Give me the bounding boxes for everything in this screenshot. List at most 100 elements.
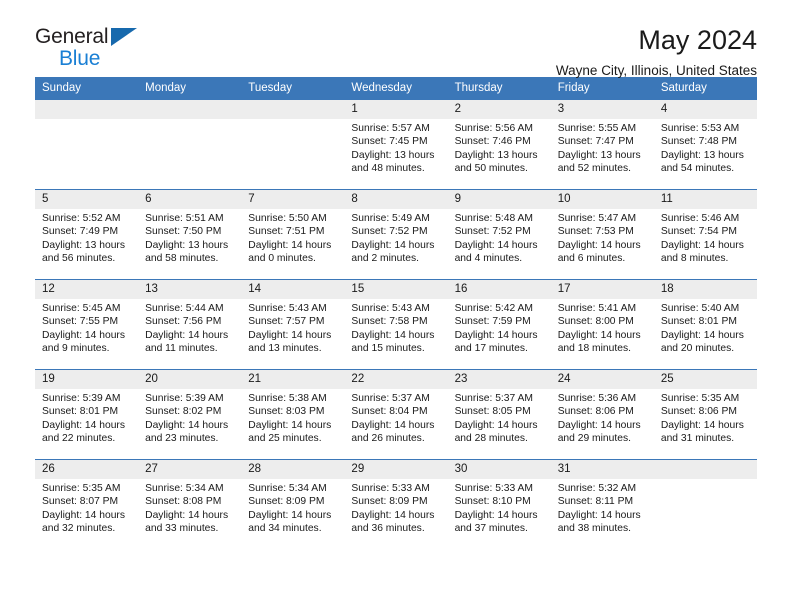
daylight-text-line2: and 17 minutes. bbox=[454, 343, 528, 355]
sunrise-text: Sunrise: 5:33 AM bbox=[454, 483, 533, 494]
day-number: 2 bbox=[447, 100, 551, 119]
sunset-text: Sunset: 8:09 PM bbox=[351, 496, 428, 508]
calendar-day-cell[interactable]: 30 Sunrise: 5:33 AM Sunset: 8:10 PM Dayligh… bbox=[447, 459, 551, 550]
weekday-header-sunday: Sunday bbox=[35, 77, 139, 100]
day-number: 22 bbox=[344, 370, 448, 389]
day-number: 6 bbox=[138, 190, 242, 209]
calendar-day-cell[interactable]: 2 Sunrise: 5:56 AM Sunset: 7:46 PM Daylight… bbox=[447, 99, 551, 190]
day-details: Sunrise: 5:52 AM Sunset: 7:49 PM Daylight:… bbox=[35, 209, 138, 266]
sunset-text: Sunset: 7:55 PM bbox=[42, 316, 119, 328]
calendar-day-cell[interactable]: 29 Sunrise: 5:33 AM Sunset: 8:09 PM Dayligh… bbox=[344, 459, 448, 550]
sunset-text: Sunset: 8:07 PM bbox=[42, 496, 119, 508]
day-details: Sunrise: 5:37 AM Sunset: 8:04 PM Daylight:… bbox=[344, 389, 447, 446]
calendar-day-cell[interactable]: 8 Sunrise: 5:49 AM Sunset: 7:52 PM Daylight… bbox=[344, 189, 448, 280]
sunset-text: Sunset: 7:52 PM bbox=[351, 226, 428, 238]
sunrise-text: Sunrise: 5:56 AM bbox=[454, 123, 533, 134]
sunset-text: Sunset: 8:11 PM bbox=[557, 496, 634, 508]
day-number: 3 bbox=[550, 100, 654, 119]
day-details: Sunrise: 5:39 AM Sunset: 8:02 PM Daylight:… bbox=[138, 389, 241, 446]
sunrise-text: Sunrise: 5:53 AM bbox=[660, 123, 740, 134]
day-details: Sunrise: 5:42 AM Sunset: 7:59 PM Daylight:… bbox=[448, 299, 551, 356]
day-number: 12 bbox=[35, 280, 139, 299]
calendar-day-cell[interactable]: 19 Sunrise: 5:39 AM Sunset: 8:01 PM Dayligh… bbox=[35, 369, 139, 460]
day-number: 15 bbox=[344, 280, 448, 299]
calendar-day-cell[interactable]: 28 Sunrise: 5:34 AM Sunset: 8:09 PM Dayligh… bbox=[241, 459, 345, 550]
daylight-text-line2: and 50 minutes. bbox=[454, 163, 528, 175]
sunrise-text: Sunrise: 5:37 AM bbox=[351, 393, 430, 404]
calendar-day-cell[interactable]: 22 Sunrise: 5:37 AM Sunset: 8:04 PM Dayligh… bbox=[344, 369, 448, 460]
daylight-text-line2: and 4 minutes. bbox=[454, 253, 523, 265]
calendar-day-cell[interactable]: 14 Sunrise: 5:43 AM Sunset: 7:57 PM Dayligh… bbox=[241, 279, 345, 370]
calendar-day-cell[interactable]: 17 Sunrise: 5:41 AM Sunset: 8:00 PM Dayligh… bbox=[550, 279, 654, 370]
day-number: 14 bbox=[241, 280, 345, 299]
calendar-day-cell[interactable]: 21 Sunrise: 5:38 AM Sunset: 8:03 PM Dayligh… bbox=[241, 369, 345, 460]
calendar-day-cell[interactable]: 31 Sunrise: 5:32 AM Sunset: 8:11 PM Dayligh… bbox=[550, 459, 654, 550]
calendar-day-cell[interactable]: 15 Sunrise: 5:43 AM Sunset: 7:58 PM Dayligh… bbox=[344, 279, 448, 370]
day-number: 31 bbox=[550, 460, 654, 479]
day-details: Sunrise: 5:41 AM Sunset: 8:00 PM Daylight:… bbox=[551, 299, 654, 356]
sunset-text: Sunset: 8:02 PM bbox=[145, 406, 222, 418]
calendar-day-cell[interactable]: 24 Sunrise: 5:36 AM Sunset: 8:06 PM Dayligh… bbox=[550, 369, 654, 460]
daylight-text-line2: and 54 minutes. bbox=[660, 163, 735, 175]
calendar-day-cell[interactable]: 26 Sunrise: 5:35 AM Sunset: 8:07 PM Dayligh… bbox=[35, 459, 139, 550]
calendar-day-cell[interactable]: 7 Sunrise: 5:50 AM Sunset: 7:51 PM Daylight… bbox=[241, 189, 345, 280]
daylight-text-line2: and 8 minutes. bbox=[660, 253, 729, 265]
calendar-header-row: Sunday Monday Tuesday Wednesday Thursday Frid… bbox=[35, 77, 757, 100]
sunset-text: Sunset: 8:01 PM bbox=[660, 316, 737, 328]
calendar-cell-empty bbox=[35, 99, 139, 190]
daylight-text-line2: and 15 minutes. bbox=[351, 343, 425, 355]
sunrise-text: Sunrise: 5:36 AM bbox=[557, 393, 637, 404]
sunrise-text: Sunrise: 5:57 AM bbox=[351, 123, 430, 134]
sunset-text: Sunset: 7:56 PM bbox=[145, 316, 222, 328]
sunset-text: Sunset: 8:03 PM bbox=[248, 406, 325, 418]
calendar-day-cell[interactable]: 25 Sunrise: 5:35 AM Sunset: 8:06 PM Dayligh… bbox=[653, 369, 757, 460]
calendar-day-cell[interactable]: 5 Sunrise: 5:52 AM Sunset: 7:49 PM Daylight… bbox=[35, 189, 139, 280]
sunset-text: Sunset: 7:49 PM bbox=[42, 226, 119, 238]
calendar-day-cell[interactable]: 10 Sunrise: 5:47 AM Sunset: 7:53 PM Dayligh… bbox=[550, 189, 654, 280]
sunset-text: Sunset: 7:46 PM bbox=[454, 136, 531, 148]
calendar-day-cell[interactable]: 23 Sunrise: 5:37 AM Sunset: 8:05 PM Dayligh… bbox=[447, 369, 551, 460]
calendar-day-cell[interactable]: 6 Sunrise: 5:51 AM Sunset: 7:50 PM Daylight… bbox=[138, 189, 242, 280]
calendar-day-cell[interactable]: 12 Sunrise: 5:45 AM Sunset: 7:55 PM Dayligh… bbox=[35, 279, 139, 370]
daylight-text-line1: Daylight: 14 hours bbox=[557, 509, 641, 521]
sunset-text: Sunset: 8:00 PM bbox=[557, 316, 634, 328]
day-number: 25 bbox=[653, 370, 757, 389]
day-number: 13 bbox=[138, 280, 242, 299]
calendar-day-cell[interactable]: 3 Sunrise: 5:55 AM Sunset: 7:47 PM Daylight… bbox=[550, 99, 654, 190]
daylight-text-line2: and 11 minutes. bbox=[145, 343, 218, 355]
calendar-day-cell[interactable]: 16 Sunrise: 5:42 AM Sunset: 7:59 PM Dayligh… bbox=[447, 279, 551, 370]
sunset-text: Sunset: 7:51 PM bbox=[248, 226, 325, 238]
daylight-text-line2: and 23 minutes. bbox=[145, 433, 219, 445]
day-details: Sunrise: 5:35 AM Sunset: 8:07 PM Daylight:… bbox=[35, 479, 138, 536]
calendar-day-cell[interactable]: 20 Sunrise: 5:39 AM Sunset: 8:02 PM Dayligh… bbox=[138, 369, 242, 460]
daylight-text-line1: Daylight: 14 hours bbox=[660, 329, 744, 341]
daylight-text-line2: and 38 minutes. bbox=[557, 523, 631, 535]
daylight-text-line1: Daylight: 14 hours bbox=[351, 239, 435, 251]
day-number: 23 bbox=[447, 370, 551, 389]
calendar-day-cell[interactable]: 27 Sunrise: 5:34 AM Sunset: 8:08 PM Dayligh… bbox=[138, 459, 242, 550]
day-details: Sunrise: 5:36 AM Sunset: 8:06 PM Daylight:… bbox=[551, 389, 654, 446]
sunrise-text: Sunrise: 5:45 AM bbox=[42, 303, 121, 314]
day-number: 9 bbox=[447, 190, 551, 209]
title-block: May 2024 Wayne City, Illinois, United St… bbox=[556, 26, 757, 79]
day-number: 19 bbox=[35, 370, 139, 389]
daylight-text-line2: and 37 minutes. bbox=[454, 523, 528, 535]
daylight-text-line1: Daylight: 13 hours bbox=[145, 239, 229, 251]
calendar-day-cell[interactable]: 18 Sunrise: 5:40 AM Sunset: 8:01 PM Dayligh… bbox=[653, 279, 757, 370]
calendar-day-cell[interactable]: 11 Sunrise: 5:46 AM Sunset: 7:54 PM Dayligh… bbox=[653, 189, 757, 280]
day-details: Sunrise: 5:48 AM Sunset: 7:52 PM Daylight:… bbox=[448, 209, 551, 266]
day-details: Sunrise: 5:43 AM Sunset: 7:58 PM Daylight:… bbox=[344, 299, 447, 356]
sunset-text: Sunset: 8:05 PM bbox=[454, 406, 531, 418]
calendar-day-cell[interactable]: 1 Sunrise: 5:57 AM Sunset: 7:45 PM Daylight… bbox=[344, 99, 448, 190]
day-number: 30 bbox=[447, 460, 551, 479]
daylight-text-line1: Daylight: 14 hours bbox=[660, 239, 744, 251]
calendar-day-cell[interactable]: 13 Sunrise: 5:44 AM Sunset: 7:56 PM Dayligh… bbox=[138, 279, 242, 370]
sunrise-text: Sunrise: 5:40 AM bbox=[660, 303, 740, 314]
day-details: Sunrise: 5:51 AM Sunset: 7:50 PM Daylight:… bbox=[138, 209, 241, 266]
general-blue-logo[interactable]: General Blue bbox=[35, 26, 155, 74]
calendar-day-cell[interactable]: 9 Sunrise: 5:48 AM Sunset: 7:52 PM Daylight… bbox=[447, 189, 551, 280]
sunset-text: Sunset: 8:10 PM bbox=[454, 496, 531, 508]
day-details: Sunrise: 5:33 AM Sunset: 8:09 PM Daylight:… bbox=[344, 479, 447, 536]
calendar-day-cell[interactable]: 4 Sunrise: 5:53 AM Sunset: 7:48 PM Daylight… bbox=[653, 99, 757, 190]
daylight-text-line1: Daylight: 14 hours bbox=[351, 329, 435, 341]
